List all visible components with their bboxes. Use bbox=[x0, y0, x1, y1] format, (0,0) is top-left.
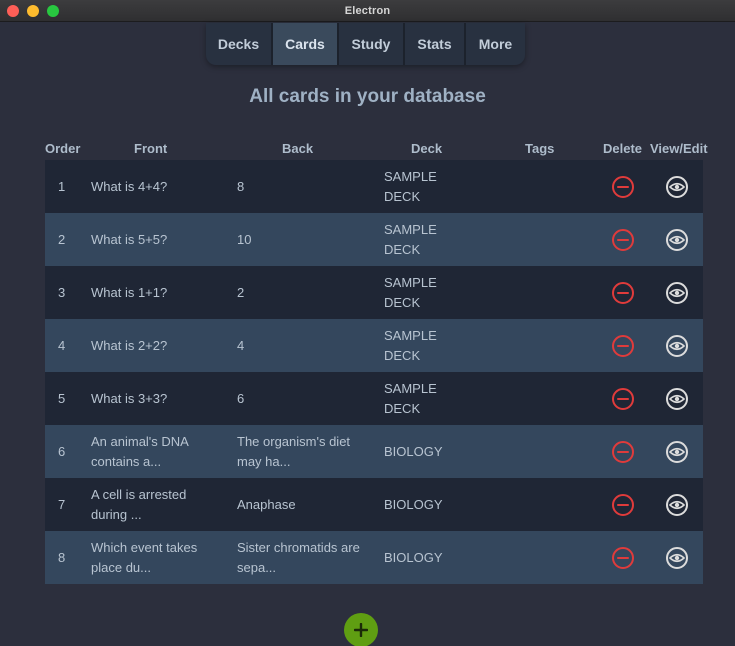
cell-back: Sister chromatids are sepa... bbox=[237, 539, 360, 575]
cell-back: 8 bbox=[237, 178, 245, 194]
cell-back: The organism's diet may ha... bbox=[237, 433, 351, 469]
header-order[interactable]: Order bbox=[45, 141, 80, 156]
table-row[interactable]: 1 What is 4+4? 8 SAMPLE DECK bbox=[45, 160, 703, 213]
add-card-button[interactable] bbox=[344, 613, 378, 646]
header-view-edit: View/Edit bbox=[650, 141, 708, 156]
cell-back: 2 bbox=[237, 284, 245, 300]
delete-icon[interactable] bbox=[611, 493, 635, 517]
cell-tags bbox=[515, 266, 595, 319]
maximize-window-button[interactable] bbox=[47, 5, 59, 17]
table-row[interactable]: 3 What is 1+1? 2 SAMPLE DECK bbox=[45, 266, 703, 319]
tab-stats[interactable]: Stats bbox=[405, 23, 466, 65]
tab-more[interactable]: More bbox=[466, 23, 525, 65]
window-titlebar: Electron bbox=[0, 0, 735, 22]
cell-back: 10 bbox=[237, 231, 252, 247]
eye-icon[interactable] bbox=[665, 281, 689, 305]
header-delete: Delete bbox=[603, 141, 643, 156]
close-window-button[interactable] bbox=[7, 5, 19, 17]
eye-icon[interactable] bbox=[665, 387, 689, 411]
cell-back: 4 bbox=[237, 337, 245, 353]
header-back[interactable]: Back bbox=[282, 141, 313, 156]
cell-front: What is 3+3? bbox=[91, 390, 168, 406]
delete-icon[interactable] bbox=[611, 175, 635, 199]
tab-cards[interactable]: Cards bbox=[273, 23, 339, 65]
eye-icon[interactable] bbox=[665, 175, 689, 199]
cell-tags bbox=[515, 425, 595, 478]
plus-icon bbox=[354, 623, 368, 637]
window-title: Electron bbox=[344, 4, 391, 17]
delete-icon[interactable] bbox=[611, 387, 635, 411]
table-row[interactable]: 6 An animal's DNA contains a... The orga… bbox=[45, 425, 703, 478]
cell-tags bbox=[515, 160, 595, 213]
cell-back: 6 bbox=[237, 390, 245, 406]
table-row[interactable]: 7 A cell is arrested during ... Anaphase… bbox=[45, 478, 703, 531]
cell-order: 1 bbox=[58, 178, 66, 194]
cell-front: What is 2+2? bbox=[91, 337, 168, 353]
cell-tags bbox=[515, 531, 595, 584]
cell-tags bbox=[515, 372, 595, 425]
delete-icon[interactable] bbox=[611, 281, 635, 305]
eye-icon[interactable] bbox=[665, 493, 689, 517]
cell-order: 2 bbox=[58, 231, 66, 247]
cell-tags bbox=[515, 319, 595, 372]
cell-tags bbox=[515, 213, 595, 266]
cell-deck: SAMPLE DECK bbox=[384, 327, 437, 363]
cell-front: What is 1+1? bbox=[91, 284, 168, 300]
cell-deck: SAMPLE DECK bbox=[384, 380, 437, 416]
table-row[interactable]: 2 What is 5+5? 10 SAMPLE DECK bbox=[45, 213, 703, 266]
cell-deck: BIOLOGY bbox=[384, 549, 443, 565]
cell-front: What is 5+5? bbox=[91, 231, 168, 247]
cell-back: Anaphase bbox=[237, 496, 296, 512]
table-row[interactable]: 8 Which event takes place du... Sister c… bbox=[45, 531, 703, 584]
cell-deck: SAMPLE DECK bbox=[384, 168, 437, 204]
cell-deck: SAMPLE DECK bbox=[384, 274, 437, 310]
cell-order: 8 bbox=[58, 549, 66, 565]
window-controls bbox=[7, 5, 59, 17]
header-tags[interactable]: Tags bbox=[525, 141, 554, 156]
eye-icon[interactable] bbox=[665, 440, 689, 464]
eye-icon[interactable] bbox=[665, 546, 689, 570]
cell-deck: BIOLOGY bbox=[384, 443, 443, 459]
delete-icon[interactable] bbox=[611, 546, 635, 570]
tab-study[interactable]: Study bbox=[339, 23, 405, 65]
cards-table: Order Front Back Deck Tags Delete View/E… bbox=[45, 141, 708, 584]
table-row[interactable]: 5 What is 3+3? 6 SAMPLE DECK bbox=[45, 372, 703, 425]
minimize-window-button[interactable] bbox=[27, 5, 39, 17]
cell-front: A cell is arrested during ... bbox=[91, 486, 187, 522]
cell-front: What is 4+4? bbox=[91, 178, 168, 194]
page-title: All cards in your database bbox=[249, 86, 486, 107]
cell-order: 4 bbox=[58, 337, 66, 353]
cell-deck: SAMPLE DECK bbox=[384, 221, 437, 257]
cell-tags bbox=[515, 478, 595, 531]
eye-icon[interactable] bbox=[665, 228, 689, 252]
delete-icon[interactable] bbox=[611, 440, 635, 464]
cell-front: An animal's DNA contains a... bbox=[91, 433, 189, 469]
eye-icon[interactable] bbox=[665, 334, 689, 358]
cell-order: 7 bbox=[58, 496, 66, 512]
cell-order: 5 bbox=[58, 390, 66, 406]
table-header: Order Front Back Deck Tags Delete View/E… bbox=[45, 141, 708, 160]
cell-order: 6 bbox=[58, 443, 66, 459]
header-front[interactable]: Front bbox=[134, 141, 167, 156]
tab-decks[interactable]: Decks bbox=[206, 23, 273, 65]
main-nav: Decks Cards Study Stats More bbox=[206, 23, 525, 65]
cell-order: 3 bbox=[58, 284, 66, 300]
header-deck[interactable]: Deck bbox=[411, 141, 442, 156]
delete-icon[interactable] bbox=[611, 228, 635, 252]
cell-front: Which event takes place du... bbox=[91, 539, 198, 575]
cell-deck: BIOLOGY bbox=[384, 496, 443, 512]
table-row[interactable]: 4 What is 2+2? 4 SAMPLE DECK bbox=[45, 319, 703, 372]
delete-icon[interactable] bbox=[611, 334, 635, 358]
